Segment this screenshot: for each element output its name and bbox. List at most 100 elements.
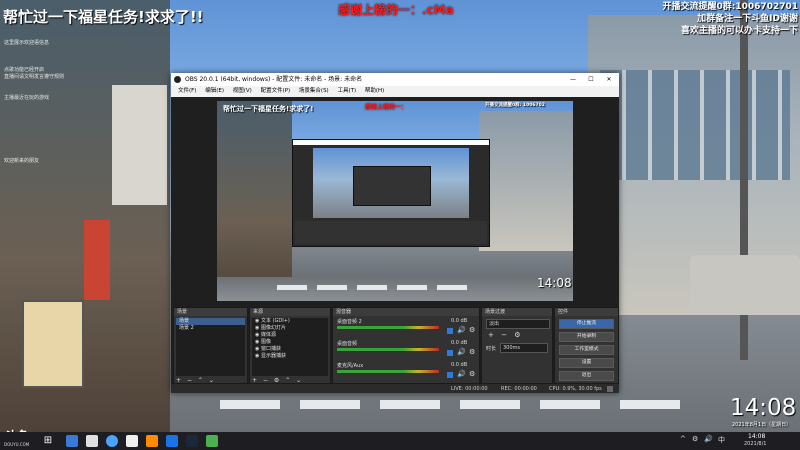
- add-transition-button[interactable]: +: [488, 331, 494, 339]
- gear-icon[interactable]: ⚙: [469, 370, 475, 378]
- source-item[interactable]: ◉ 显示器捕获: [252, 353, 328, 360]
- overlay-date: 2021年8月1日（星期日）: [732, 422, 792, 428]
- transition-toolbar: + − ⚙: [488, 331, 521, 339]
- menu-tools[interactable]: 工具(T): [337, 86, 356, 97]
- menu-view[interactable]: 视图(V): [233, 86, 252, 97]
- obs-titlebar[interactable]: OBS 20.0.1 (64bit, windows) - 配置文件: 未命名 …: [171, 73, 619, 86]
- duration-input[interactable]: 300ms: [500, 343, 548, 353]
- studio-mode-button[interactable]: 工作室模式: [559, 345, 614, 355]
- exit-button[interactable]: 退出: [559, 371, 614, 381]
- eye-icon[interactable]: ◉: [255, 325, 259, 331]
- mixer-channel-db: 0.0 dB: [451, 362, 468, 368]
- remove-transition-button[interactable]: −: [501, 331, 507, 339]
- stream-status-indicator: [607, 386, 613, 392]
- eye-icon[interactable]: ◉: [255, 353, 259, 359]
- menu-help[interactable]: 帮助(H): [365, 86, 384, 97]
- volume-meter: [337, 348, 439, 351]
- live-timer: LIVE: 00:00:00: [451, 386, 488, 392]
- eye-icon[interactable]: ◉: [255, 318, 259, 324]
- app-icon[interactable]: [146, 435, 158, 447]
- speaker-icon[interactable]: 🔊: [457, 326, 466, 334]
- volume-meter: [337, 370, 439, 373]
- app-icon[interactable]: [126, 435, 138, 447]
- preview-crosswalk-stripe: [277, 285, 307, 290]
- overlay-right-line: 喜欢主播的可以办卡支持一下: [680, 26, 798, 36]
- building-windows: [600, 70, 790, 180]
- overlay-right-line: 开播交流提醒0群:1006702701: [662, 2, 798, 12]
- taskbar-date[interactable]: 2021/8/1: [744, 441, 766, 447]
- obs-window[interactable]: OBS 20.0.1 (64bit, windows) - 配置文件: 未命名 …: [171, 73, 619, 393]
- nested-preview-inner: [353, 166, 431, 206]
- eye-icon[interactable]: ◉: [255, 346, 259, 352]
- explorer-icon[interactable]: [66, 435, 78, 447]
- overlay-right-info: 开播交流提醒0群:1006702701 加群备注一下斗鱼ID谢谢 喜欢主播的可以…: [600, 1, 798, 37]
- browser-icon[interactable]: [166, 435, 178, 447]
- source-item-label: 窗口捕获: [260, 346, 281, 352]
- source-item[interactable]: ◉ 文本 (GDI+): [252, 318, 328, 325]
- rec-timer: REC: 00:00:00: [501, 386, 537, 392]
- overlay-clock: 14:08: [730, 395, 797, 421]
- mixer-channel: 桌面音频 0.0 dB 🔊 ⚙: [333, 340, 479, 360]
- transition-select[interactable]: 淡出: [486, 319, 550, 329]
- speaker-icon[interactable]: 🔊: [457, 348, 466, 356]
- stop-streaming-button[interactable]: 停止推流: [559, 319, 614, 329]
- nested-preview: [313, 148, 469, 218]
- scene-item[interactable]: 场景: [176, 318, 245, 325]
- source-item[interactable]: ◉ 图像幻灯片: [252, 325, 328, 332]
- obs-preview[interactable]: 帮忙过一下福星任务!求求了! 感谢上榜的一： 开播交流提醒0群: 1006702…: [217, 101, 573, 301]
- gear-icon[interactable]: ⚙: [469, 348, 475, 356]
- source-item-label: 图像: [260, 339, 271, 345]
- gear-icon[interactable]: ⚙: [514, 331, 520, 339]
- gear-icon[interactable]: ⚙: [469, 326, 475, 334]
- source-item[interactable]: ◉ 窗口捕获: [252, 346, 328, 353]
- obs-taskbar-icon[interactable]: [106, 435, 118, 447]
- sources-list: ◉ 文本 (GDI+) ◉ 图像幻灯片 ◉ 媒体源 ◉ 图像 ◉ 窗口捕获 ◉ …: [252, 318, 328, 376]
- app-icon[interactable]: [206, 435, 218, 447]
- tray-settings-icon[interactable]: ⚙: [692, 435, 698, 443]
- preview-left-building: [217, 101, 292, 301]
- controls-dock-title: 控件: [555, 308, 618, 316]
- red-banner: [84, 220, 110, 300]
- menu-edit[interactable]: 编辑(E): [205, 86, 224, 97]
- close-button[interactable]: ✕: [601, 73, 617, 86]
- overlay-note: 点歌功能已经开启: [4, 67, 45, 73]
- preview-right-building: [479, 111, 573, 251]
- settings-button[interactable]: 设置: [559, 358, 614, 368]
- scenes-list: 场景 场景 2: [176, 318, 245, 376]
- source-item-label: 文本 (GDI+): [260, 318, 290, 324]
- obs-window-title: OBS 20.0.1 (64bit, windows) - 配置文件: 未命名 …: [185, 76, 363, 83]
- eye-icon[interactable]: ◉: [255, 339, 259, 345]
- volume-slider-handle[interactable]: [447, 372, 453, 378]
- crosswalk: [250, 412, 550, 421]
- sources-dock: 来源 ◉ 文本 (GDI+) ◉ 图像幻灯片 ◉ 媒体源 ◉ 图像 ◉ 窗口捕获…: [249, 307, 331, 387]
- scene-item[interactable]: 场景 2: [176, 325, 245, 332]
- obs-statusbar: LIVE: 00:00:00 REC: 00:00:00 CPU: 0.9%, …: [171, 383, 619, 393]
- windows-start-icon[interactable]: ⊞: [42, 435, 54, 447]
- eye-icon[interactable]: ◉: [255, 332, 259, 338]
- taskbar-time[interactable]: 14:08: [748, 433, 765, 440]
- volume-icon[interactable]: 🔊: [704, 435, 713, 443]
- tray-chevron-icon[interactable]: ^: [680, 435, 686, 443]
- volume-slider-handle[interactable]: [447, 350, 453, 356]
- mixer-channel-db: 0.0 dB: [451, 340, 468, 346]
- crosswalk-stripe: [300, 400, 360, 409]
- menu-file[interactable]: 文件(F): [178, 86, 196, 97]
- menu-scene-collection[interactable]: 场景集合(S): [299, 86, 329, 97]
- minimize-button[interactable]: —: [565, 73, 581, 86]
- app-icon[interactable]: [86, 435, 98, 447]
- steam-icon[interactable]: [186, 435, 198, 447]
- preview-road: [217, 277, 573, 301]
- maximize-button[interactable]: ☐: [583, 73, 599, 86]
- volume-slider-handle[interactable]: [447, 328, 453, 334]
- ime-indicator[interactable]: 中: [718, 435, 725, 445]
- overlay-note: 主播最近在玩的游戏: [4, 95, 50, 101]
- crosswalk-stripe: [620, 400, 680, 409]
- source-item[interactable]: ◉ 媒体源: [252, 332, 328, 339]
- crosswalk-stripe: [220, 400, 280, 409]
- obs-main-area: 帮忙过一下福星任务!求求了! 感谢上榜的一： 开播交流提醒0群: 1006702…: [171, 97, 619, 387]
- source-item[interactable]: ◉ 图像: [252, 339, 328, 346]
- volume-meter: [337, 326, 439, 329]
- start-recording-button[interactable]: 开始录制: [559, 332, 614, 342]
- speaker-icon[interactable]: 🔊: [457, 370, 466, 378]
- menu-profile[interactable]: 配置文件(P): [261, 86, 291, 97]
